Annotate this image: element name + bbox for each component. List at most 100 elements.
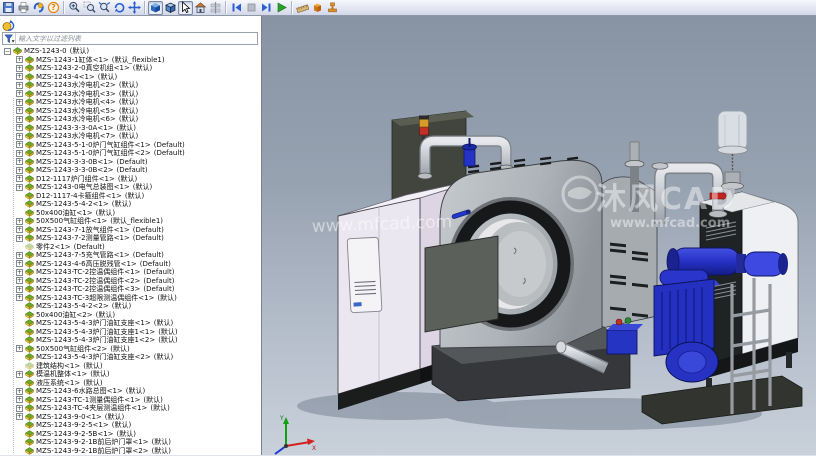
print-icon[interactable]	[16, 1, 31, 15]
expand-toggle-icon[interactable]: +	[16, 277, 23, 284]
skip-to-start-icon[interactable]	[229, 1, 244, 15]
shaded-view-icon[interactable]	[148, 1, 163, 15]
toolbar-separator	[63, 1, 65, 14]
expand-toggle-icon[interactable]: +	[16, 175, 23, 182]
tree-item[interactable]: MZS-1243-9-2-1B前后炉门罩<2>(默认)	[0, 447, 261, 456]
expand-toggle-icon[interactable]: +	[16, 286, 23, 293]
expand-toggle-icon[interactable]: +	[16, 345, 23, 352]
expand-toggle-icon[interactable]: +	[16, 90, 23, 97]
tree-item[interactable]: +MZS-1243-TC-4夹层测温组件<1>(默认)	[0, 404, 261, 413]
component-config: (Default)	[133, 234, 164, 242]
component-icon	[25, 421, 34, 429]
section-view-icon[interactable]	[208, 1, 223, 15]
toolbar-separator	[225, 1, 227, 14]
stamp-icon[interactable]	[325, 1, 340, 15]
tree-item[interactable]: +MZS-1243-2-0真空机组<1>(默认)	[0, 64, 261, 73]
component-icon	[25, 404, 34, 412]
component-icon	[25, 345, 34, 353]
stop-icon[interactable]	[244, 1, 259, 15]
publish-edrawings-icon[interactable]	[31, 1, 46, 15]
zoom-to-area-icon[interactable]	[82, 1, 97, 15]
expand-toggle-icon[interactable]: −	[4, 48, 11, 55]
component-icon	[25, 158, 34, 166]
expand-toggle-icon[interactable]: +	[16, 235, 23, 242]
expand-toggle-icon[interactable]: +	[16, 107, 23, 114]
component-icon	[25, 396, 34, 404]
expand-toggle-icon[interactable]: +	[16, 167, 23, 174]
component-icon	[25, 413, 34, 421]
expand-toggle-icon[interactable]: +	[16, 141, 23, 148]
expand-toggle-icon[interactable]: +	[16, 158, 23, 165]
expand-toggle-icon[interactable]: +	[16, 133, 23, 140]
component-icon	[25, 285, 34, 293]
pan-icon[interactable]	[127, 1, 142, 15]
zoom-to-fit-icon[interactable]	[97, 1, 112, 15]
expand-toggle-icon[interactable]: +	[16, 405, 23, 412]
svg-text:?: ?	[51, 3, 56, 12]
component-icon	[25, 328, 34, 336]
expand-toggle-icon[interactable]: +	[16, 269, 23, 276]
play-icon[interactable]	[274, 1, 289, 15]
zoom-in-out-icon[interactable]	[67, 1, 82, 15]
expand-toggle-icon[interactable]: +	[16, 294, 23, 301]
component-icon	[25, 73, 34, 81]
expand-toggle-icon[interactable]: +	[16, 413, 23, 420]
expand-toggle-icon[interactable]: +	[16, 56, 23, 63]
component-config: (默认)	[152, 446, 171, 455]
expand-toggle-icon[interactable]: +	[16, 150, 23, 157]
skip-to-end-icon[interactable]	[259, 1, 274, 15]
expand-toggle-icon[interactable]: +	[16, 218, 23, 225]
toolbar-separator	[144, 1, 146, 14]
component-icon	[25, 81, 34, 89]
component-icon	[13, 47, 22, 55]
expand-toggle-icon[interactable]: +	[16, 396, 23, 403]
component-icon	[25, 243, 34, 251]
tree-item[interactable]: + MZS-1243-3-3-0B<1>(Default)	[0, 158, 261, 167]
component-icon	[25, 149, 34, 157]
expand-toggle-icon[interactable]: +	[16, 252, 23, 259]
view-orientation-icon[interactable]	[193, 1, 208, 15]
component-config: (Default)	[143, 268, 174, 276]
component-icon	[25, 311, 34, 319]
viewport-3d[interactable]: www.mfcad.com 沐风CAD www.mfcad.com	[262, 16, 816, 455]
component-icon	[25, 183, 34, 191]
expand-toggle-icon[interactable]: +	[16, 82, 23, 89]
expand-toggle-icon[interactable]: +	[16, 124, 23, 131]
component-label: MZS-1243-9-2-1B前后炉门罩<2>	[36, 446, 149, 455]
shaded-with-edges-icon[interactable]	[163, 1, 178, 15]
mass-properties-icon[interactable]	[310, 1, 325, 15]
expand-toggle-icon[interactable]: +	[16, 65, 23, 72]
component-icon	[25, 98, 34, 106]
component-icon	[25, 387, 34, 395]
triad-x-label: X	[312, 445, 316, 452]
component-config: (Default)	[117, 158, 148, 166]
component-icon	[25, 430, 34, 438]
help-icon[interactable]: ?	[46, 1, 61, 15]
save-icon[interactable]	[1, 1, 16, 15]
rotate-view-icon[interactable]	[112, 1, 127, 15]
expand-toggle-icon[interactable]: +	[16, 260, 23, 267]
design-binder-icon[interactable]	[2, 17, 16, 31]
measure-icon[interactable]	[295, 1, 310, 15]
select-icon[interactable]	[178, 1, 193, 15]
tree-item[interactable]: +MZS-1243-5-1-0炉门气缸组件<2>(Default)	[0, 149, 261, 158]
tree-filter	[2, 32, 258, 45]
expand-toggle-icon[interactable]: +	[16, 184, 23, 191]
tree-filter-input[interactable]	[16, 34, 257, 44]
component-icon	[25, 200, 34, 208]
filter-funnel-icon[interactable]	[3, 33, 16, 44]
expand-toggle-icon[interactable]: +	[16, 73, 23, 80]
expand-toggle-icon[interactable]: +	[16, 388, 23, 395]
feature-tree: −MZS-1243-0(默认)+MZS-1243-1缸体<1>(默认_flexi…	[0, 46, 261, 455]
component-icon	[25, 175, 34, 183]
component-icon	[25, 234, 34, 242]
expand-toggle-icon[interactable]: +	[16, 371, 23, 378]
component-icon	[25, 447, 34, 455]
component-config: (Default)	[154, 149, 185, 157]
expand-toggle-icon[interactable]: +	[16, 116, 23, 123]
component-icon	[25, 132, 34, 140]
expand-toggle-icon[interactable]: +	[16, 226, 23, 233]
component-label: MZS-1243-3-3-0B<1>	[36, 158, 114, 166]
expand-toggle-icon[interactable]: +	[16, 99, 23, 106]
component-label: MZS-1243-9-0<1>	[36, 413, 102, 421]
